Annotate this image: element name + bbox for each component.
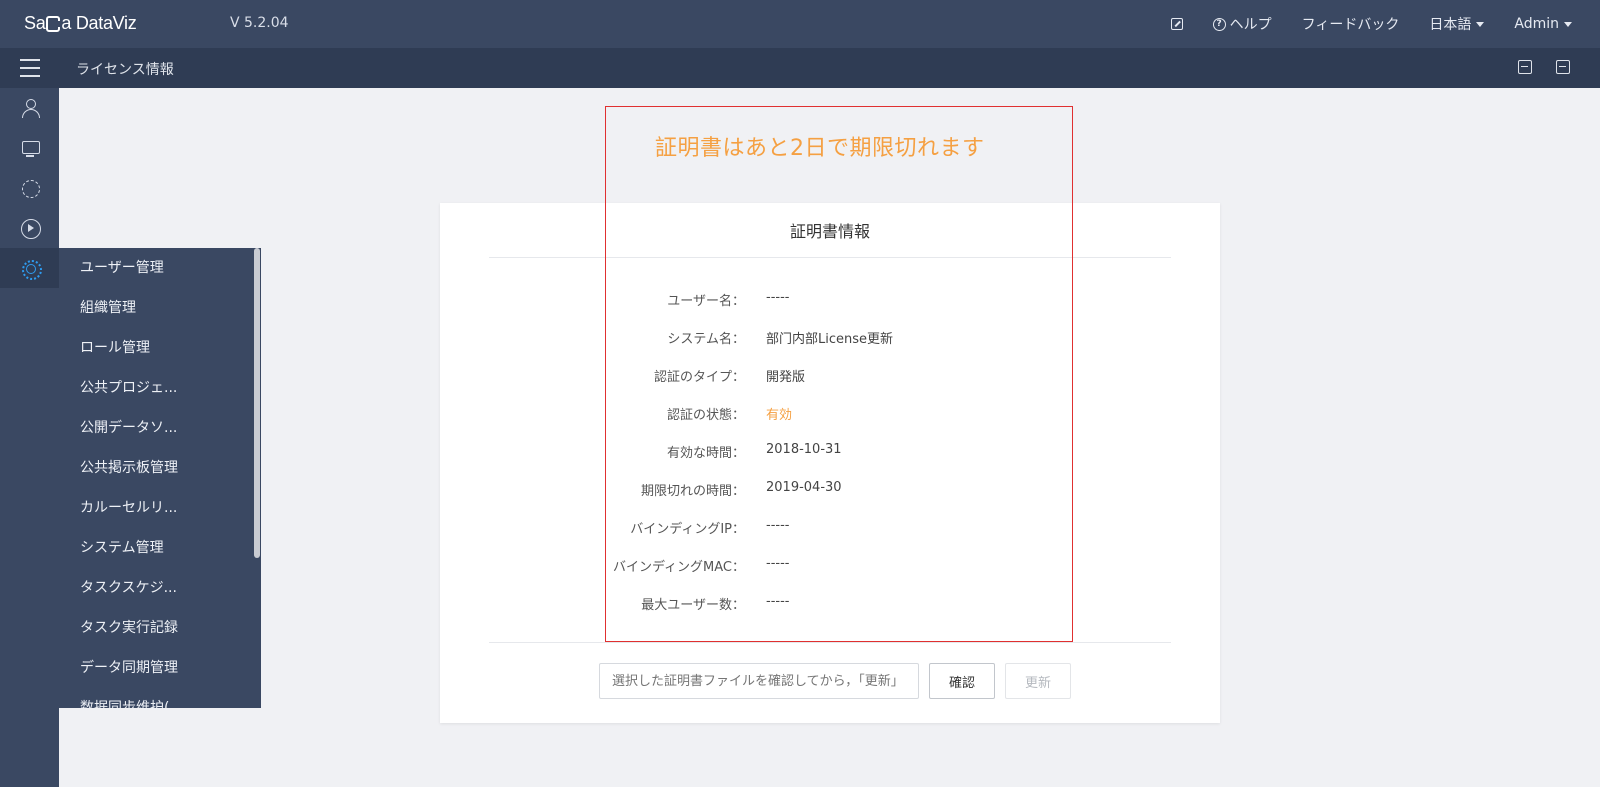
info-row: 認証の状態： 有効 — [440, 404, 1220, 424]
caret-down-icon — [1564, 21, 1572, 27]
user-dropdown[interactable]: Admin — [1514, 16, 1572, 32]
submenu-item[interactable]: カルーセルリ... — [59, 488, 261, 528]
status-value: 有効 — [766, 408, 793, 423]
info-label: 有効な時間： — [666, 446, 745, 461]
help-label: ヘルプ — [1229, 17, 1272, 33]
language-dropdown[interactable]: 日本語 — [1429, 14, 1485, 34]
submenu-item[interactable]: 公開データソ... — [59, 408, 261, 448]
submenu-item[interactable]: データ同期管理 — [59, 648, 261, 688]
settings-submenu: ユーザー管理 組織管理 ロール管理 公共プロジェ... 公開データソ... 公共… — [59, 248, 261, 708]
info-value: 2018-10-31 — [766, 442, 842, 457]
submenu-item[interactable]: タスクスケジ... — [59, 568, 261, 608]
user-icon — [21, 99, 40, 118]
caret-down-icon — [1476, 21, 1485, 27]
question-circle-icon: ? — [1212, 17, 1226, 31]
info-label: 認証の状態： — [666, 408, 745, 423]
info-label: 最大ユーザー数： — [641, 598, 745, 613]
update-button[interactable]: 更新 — [1005, 663, 1071, 699]
info-row: システム名： 部门内部License更新 — [440, 328, 1220, 348]
feedback-link[interactable]: フィードバック — [1302, 14, 1400, 34]
logout-icon[interactable] — [1556, 60, 1570, 74]
info-label: システム名： — [667, 332, 745, 347]
monitor-icon — [21, 139, 40, 157]
info-value: ----- — [766, 594, 790, 609]
submenu-item[interactable]: ロール管理 — [59, 328, 261, 368]
rail-item-cycle[interactable] — [0, 168, 59, 208]
certificate-file-input[interactable] — [599, 663, 919, 699]
info-row: ユーザー名： ----- — [440, 290, 1220, 310]
info-label: 認証のタイプ： — [653, 370, 745, 385]
info-value: 開発版 — [766, 370, 806, 385]
info-row: 最大ユーザー数： ----- — [440, 594, 1220, 614]
info-value: ----- — [766, 556, 790, 571]
submenu-scrollbar[interactable] — [254, 248, 260, 558]
rail-item-users[interactable] — [0, 88, 59, 128]
certificate-card: 証明書情報 ユーザー名： ----- システム名： 部门内部License更新 認証… — [440, 203, 1220, 723]
info-label: ユーザー名： — [667, 294, 745, 309]
expiry-warning: 証明書はあと2日で期限切れます — [655, 136, 985, 161]
info-value: 部门内部License更新 — [766, 332, 894, 347]
submenu-item[interactable]: ユーザー管理 — [59, 248, 261, 288]
gear-icon — [21, 259, 42, 280]
cycle-icon — [21, 179, 40, 198]
info-row: 有効な時間： 2018-10-31 — [440, 442, 1220, 462]
rail-item-settings[interactable] — [0, 248, 59, 288]
submenu-item[interactable]: 公共プロジェ... — [59, 368, 261, 408]
submenu-item[interactable]: システム管理 — [59, 528, 261, 568]
app-logo[interactable]: Sa a DataViz — [24, 13, 137, 34]
submenu-item[interactable]: タスク実行記録 — [59, 608, 261, 648]
play-icon — [20, 219, 41, 239]
version-label: V 5.2.04 — [230, 15, 289, 31]
info-label: バインディングIP： — [630, 522, 745, 537]
top-bar: Sa a DataViz V 5.2.04 ? ヘルプ フィードバック 日本語 Ad… — [0, 0, 1600, 48]
menu-toggle-icon[interactable] — [20, 59, 40, 77]
info-label: バインディングMAC： — [612, 560, 745, 575]
sub-header: ライセンス情報 — [0, 48, 1600, 88]
submenu-item[interactable]: 公共掲示板管理 — [59, 448, 261, 488]
info-label: 期限切れの時間： — [640, 484, 745, 499]
icon-rail — [0, 88, 59, 787]
info-value: 2019-04-30 — [766, 480, 842, 495]
submenu-item[interactable]: 組織管理 — [59, 288, 261, 328]
rail-item-display[interactable] — [0, 128, 59, 168]
logo-mark-icon — [46, 15, 62, 32]
info-row: 認証のタイプ： 開発版 — [440, 366, 1220, 386]
breadcrumb: ライセンス情報 — [76, 62, 174, 78]
card-divider — [489, 642, 1171, 643]
info-value: ----- — [766, 518, 790, 533]
edit-icon — [1170, 18, 1183, 30]
info-value: ----- — [766, 290, 790, 305]
confirm-button[interactable]: 確認 — [929, 663, 995, 699]
help-button[interactable]: ? ヘルプ — [1212, 14, 1272, 34]
submenu-item[interactable]: 数据同步维护(... — [59, 688, 261, 708]
info-row: 期限切れの時間： 2019-04-30 — [440, 480, 1220, 500]
top-right-menu: ? ヘルプ フィードバック 日本語 Admin — [1170, 0, 1600, 48]
info-row: バインディングIP： ----- — [440, 518, 1220, 538]
card-title: 証明書情報 — [489, 203, 1171, 258]
rail-item-play[interactable] — [0, 208, 59, 248]
info-row: バインディングMAC： ----- — [440, 556, 1220, 576]
edit-button[interactable] — [1170, 18, 1183, 30]
login-icon[interactable] — [1518, 60, 1532, 74]
